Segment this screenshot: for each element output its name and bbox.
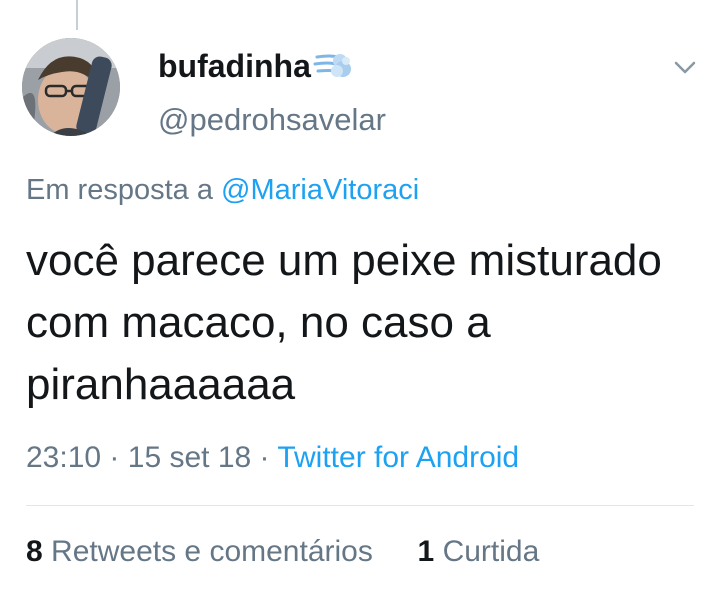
tweet-meta: 23:10 · 15 set 18 · Twitter for Android — [26, 438, 519, 478]
likes-stat[interactable]: 1 Curtida — [418, 535, 540, 568]
tweet-time[interactable]: 23:10 — [26, 441, 101, 474]
retweets-count: 8 — [26, 535, 43, 568]
chevron-down-icon[interactable] — [670, 54, 700, 80]
reply-prefix: Em resposta a — [26, 174, 213, 206]
retweets-stat[interactable]: 8 Retweets e comentários — [26, 535, 381, 568]
reply-context: Em resposta a @MariaVitoraci — [26, 170, 419, 210]
meta-separator: · — [259, 441, 270, 474]
display-name-text: bufadinha — [158, 48, 311, 84]
likes-label: Curtida — [442, 535, 540, 568]
likes-count: 1 — [417, 535, 435, 568]
avatar-photo — [22, 38, 120, 136]
retweets-label: Retweets e comentários — [51, 535, 373, 568]
tweet-page: bufadinha @pedrohsavelar Em resposta a @… — [0, 0, 720, 590]
divider — [26, 505, 694, 506]
display-name[interactable]: bufadinha — [158, 44, 353, 88]
user-handle[interactable]: @pedrohsavelar — [158, 100, 386, 140]
meta-separator: · — [109, 441, 120, 474]
tweet-date[interactable]: 15 set 18 — [128, 441, 251, 474]
tweet-stats: 8 Retweets e comentários 1 Curtida — [26, 532, 539, 572]
tweet-source-link[interactable]: Twitter for Android — [277, 441, 519, 474]
tweet-text: você parece um peixe misturado com macac… — [26, 236, 662, 409]
avatar[interactable] — [22, 38, 120, 136]
dash-emoji-icon — [313, 49, 353, 83]
reply-mention-link[interactable]: @MariaVitoraci — [221, 174, 419, 206]
thread-connector-line — [76, 0, 78, 30]
